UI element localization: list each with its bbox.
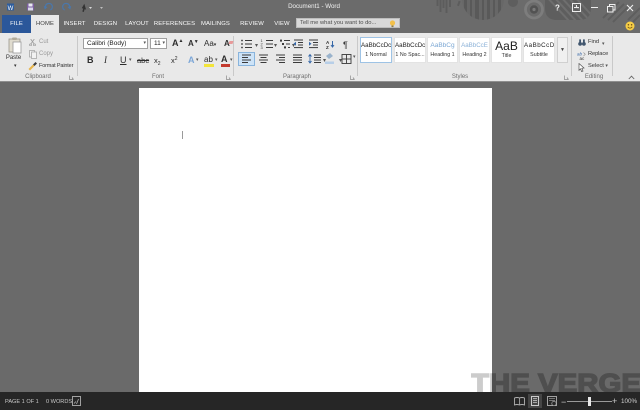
- svg-text:3: 3: [261, 45, 264, 49]
- svg-text:¶: ¶: [343, 40, 348, 49]
- svg-text:THE VERGE: THE VERGE: [471, 373, 640, 393]
- svg-text:ac: ac: [580, 56, 586, 60]
- svg-text:Z: Z: [326, 45, 329, 49]
- svg-text:?: ?: [555, 4, 560, 13]
- svg-text:W: W: [8, 6, 14, 12]
- svg-text:▾: ▾: [274, 43, 277, 49]
- svg-text:▾: ▾: [255, 43, 258, 49]
